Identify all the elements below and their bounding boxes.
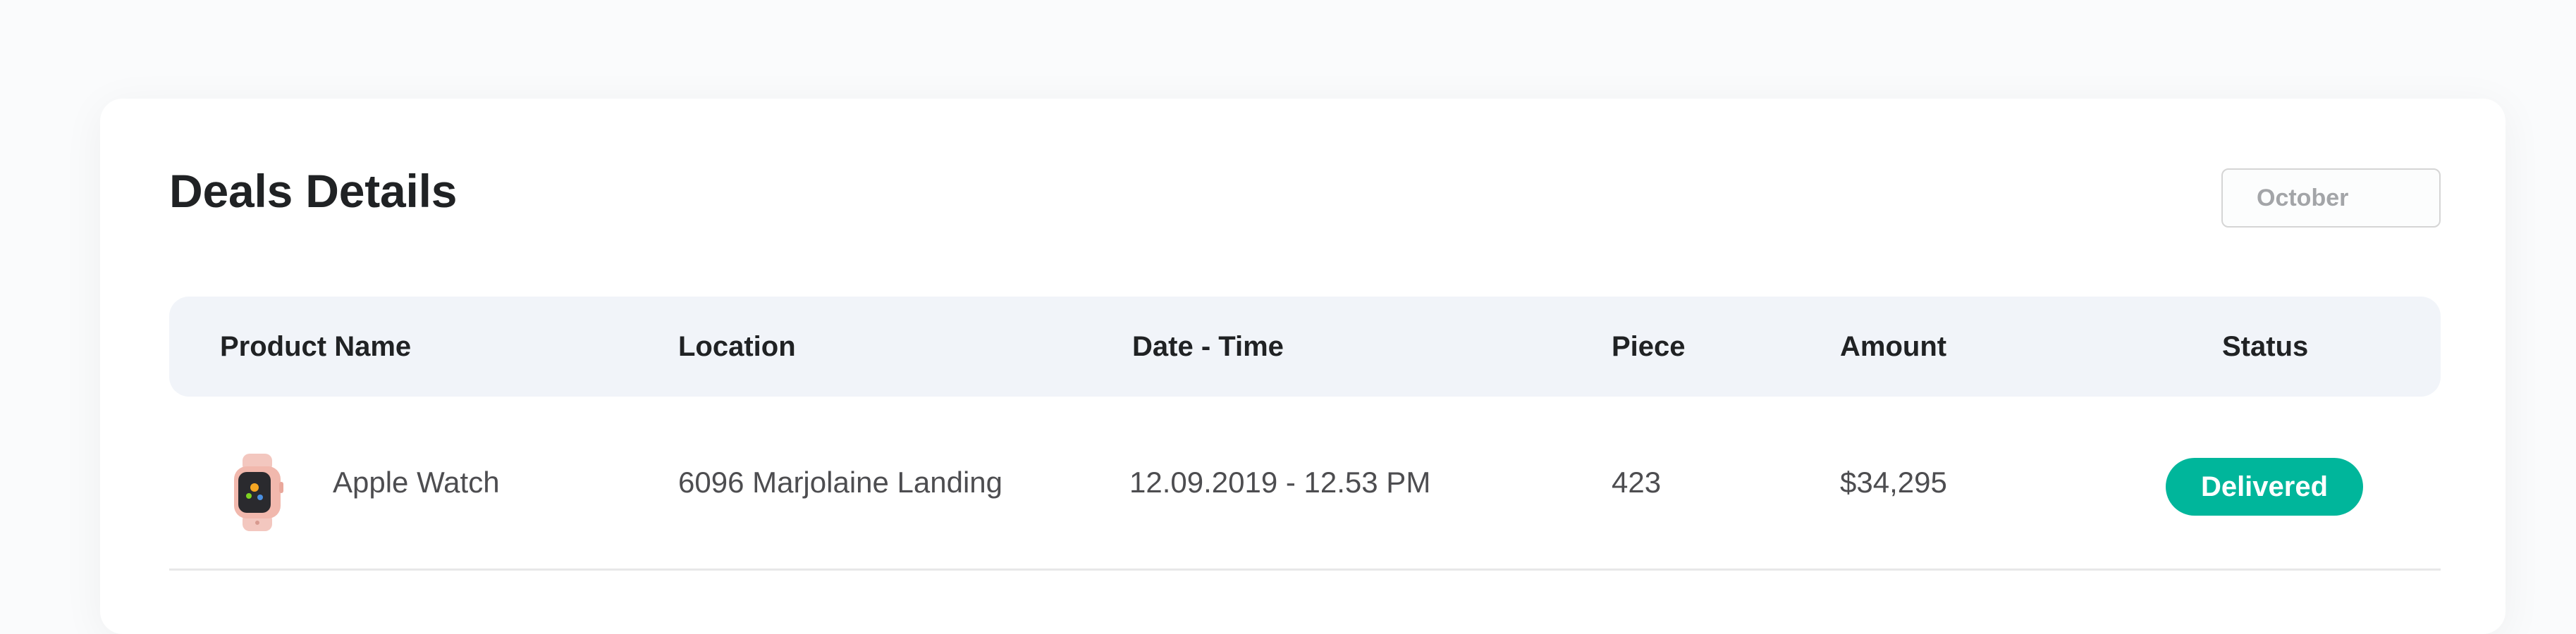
column-header-location: Location	[678, 330, 796, 362]
column-header-piece: Piece	[1612, 330, 1686, 362]
table-row[interactable]: Apple Watch 6096 Marjolaine Landing 12.0…	[169, 397, 2441, 571]
status-badge: Delivered	[2166, 458, 2363, 516]
location: 6096 Marjolaine Landing	[678, 466, 1003, 499]
column-header-status: Status	[2222, 330, 2309, 362]
month-select[interactable]: October	[2221, 168, 2441, 228]
amount: $34,295	[1840, 466, 1947, 499]
column-header-date-time: Date - Time	[1132, 330, 1284, 362]
month-select-value: October	[2257, 184, 2349, 211]
column-header-amount: Amount	[1840, 330, 1947, 362]
card-title: Deals Details	[169, 165, 458, 217]
column-header-product-name: Product Name	[220, 330, 412, 362]
product-name: Apple Watch	[333, 466, 500, 499]
apple-watch-icon	[234, 454, 283, 531]
piece: 423	[1612, 466, 1662, 499]
table-header: Product Name Location Date - Time Piece …	[169, 297, 2441, 397]
date-time: 12.09.2019 - 12.53 PM	[1129, 466, 1431, 499]
